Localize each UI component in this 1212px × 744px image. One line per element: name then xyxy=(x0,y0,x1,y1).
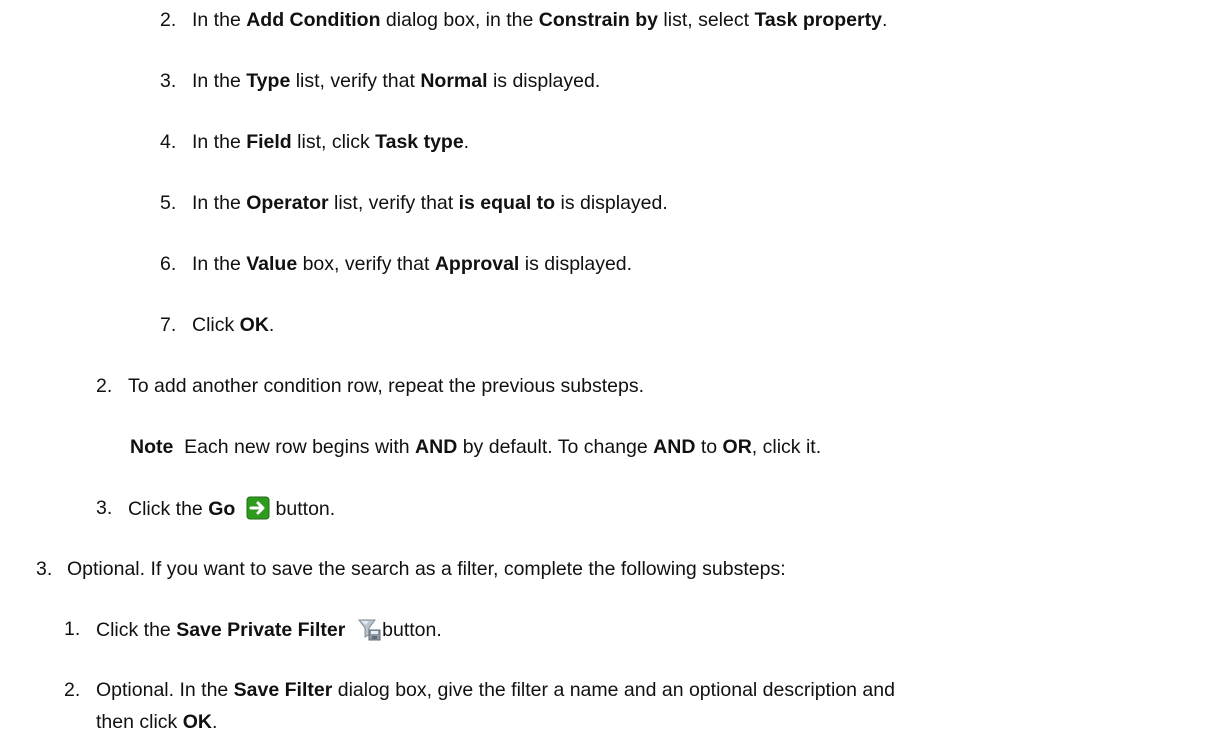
step-number: 1. xyxy=(64,618,81,640)
step-number: 3. xyxy=(36,558,53,580)
step-text: In the Value box, verify that Approval i… xyxy=(192,253,633,275)
go-arrow-icon xyxy=(246,496,270,526)
step-text: Click the Go button. xyxy=(128,496,335,526)
step-number: 4. xyxy=(160,131,177,153)
step-text: In the Field list, click Task type. xyxy=(192,131,470,153)
step-text: In the Operator list, verify that is equ… xyxy=(192,192,668,214)
step-number: 3. xyxy=(96,497,113,519)
step-number: 2. xyxy=(160,9,177,31)
step-number: 3. xyxy=(160,70,177,92)
step-text: In the Add Condition dialog box, in the … xyxy=(192,9,888,31)
save-private-filter-icon xyxy=(356,617,382,647)
step-number: 7. xyxy=(160,314,177,336)
step-number: 2. xyxy=(96,375,113,397)
step-text: Optional. If you want to save the search… xyxy=(67,558,786,580)
step-text: Click OK. xyxy=(192,314,275,336)
step-number: 2. xyxy=(64,679,81,701)
step-number: 6. xyxy=(160,253,177,275)
note-text: Note Each new row begins with AND by def… xyxy=(130,436,822,458)
step-text: Click the Save Private Filter button. xyxy=(96,617,442,647)
step-text-continued: then click OK. xyxy=(96,711,218,733)
step-text: Optional. In the Save Filter dialog box,… xyxy=(96,679,895,701)
step-text: In the Type list, verify that Normal is … xyxy=(192,70,601,92)
step-text: To add another condition row, repeat the… xyxy=(128,375,644,397)
step-number: 5. xyxy=(160,192,177,214)
